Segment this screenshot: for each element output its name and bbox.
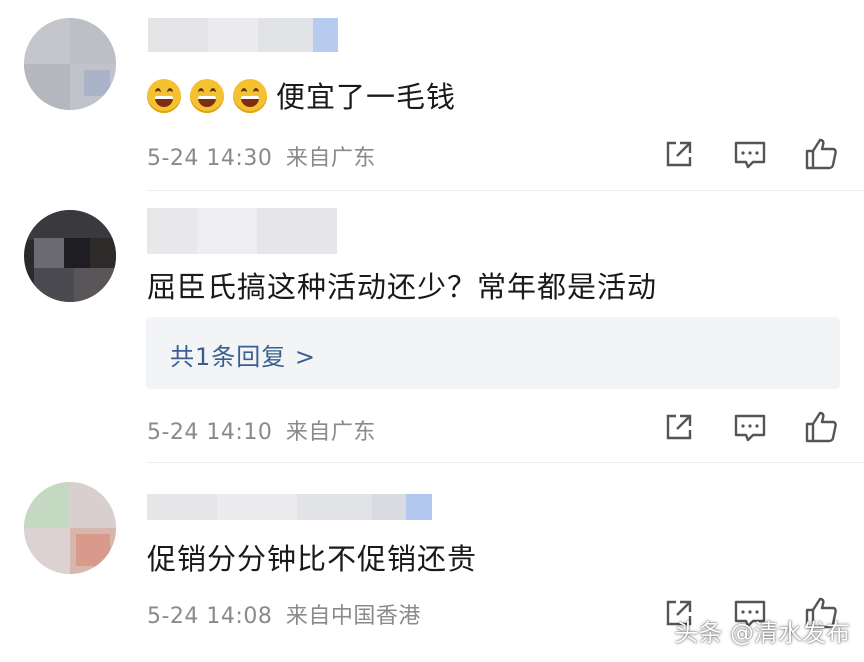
comment-body: 便宜了一毛钱: [276, 80, 457, 114]
comment-time: 5-24 14:08: [147, 604, 273, 629]
comment-meta: 5-24 14:08 来自中国香港: [147, 598, 421, 630]
like-button[interactable]: [802, 408, 840, 446]
avatar[interactable]: [24, 210, 116, 302]
share-button[interactable]: [660, 135, 698, 173]
comment-item: 屈臣氏搞这种活动还少？常年都是活动 共1条回复 > 5-24 14:10 来自广…: [0, 190, 864, 460]
comment-actions: [660, 135, 864, 173]
comment-text: 屈臣氏搞这种活动还少？常年都是活动: [147, 270, 658, 304]
comment-actions: [660, 408, 864, 446]
avatar[interactable]: [24, 482, 116, 574]
share-icon: [666, 414, 692, 440]
comment-text: 便宜了一毛钱: [147, 74, 456, 116]
username-blurred[interactable]: [147, 208, 337, 254]
laughing-face-icon: [233, 79, 267, 113]
comment-icon: [734, 141, 766, 169]
share-icon: [666, 141, 692, 167]
comment-item: 便宜了一毛钱 5-24 14:30 来自广东: [0, 0, 864, 190]
like-icon: [805, 138, 837, 170]
comment-button[interactable]: [731, 408, 769, 446]
username-blurred[interactable]: [147, 494, 432, 520]
comment-location: 来自中国香港: [285, 604, 421, 629]
username-blurred[interactable]: [148, 18, 338, 52]
watermark: 头条 @清水发布: [674, 619, 850, 647]
share-button[interactable]: [660, 408, 698, 446]
comment-text: 促销分分钟比不促销还贵: [147, 542, 478, 576]
like-button[interactable]: [802, 135, 840, 173]
comment-time: 5-24 14:10: [147, 420, 273, 445]
comment-button[interactable]: [731, 135, 769, 173]
comment-icon: [734, 414, 766, 442]
laughing-face-icon: [190, 79, 224, 113]
view-replies-link[interactable]: 共1条回复 >: [170, 337, 316, 372]
like-icon: [805, 411, 837, 443]
comment-meta: 5-24 14:30 来自广东: [147, 140, 376, 172]
comment-time: 5-24 14:30: [147, 146, 273, 171]
comment-meta: 5-24 14:10 来自广东: [147, 414, 376, 446]
comment-location: 来自广东: [285, 420, 376, 445]
comment-location: 来自广东: [285, 146, 376, 171]
laughing-face-icon: [147, 79, 181, 113]
reply-summary[interactable]: 共1条回复 >: [146, 317, 840, 389]
avatar[interactable]: [24, 18, 116, 110]
